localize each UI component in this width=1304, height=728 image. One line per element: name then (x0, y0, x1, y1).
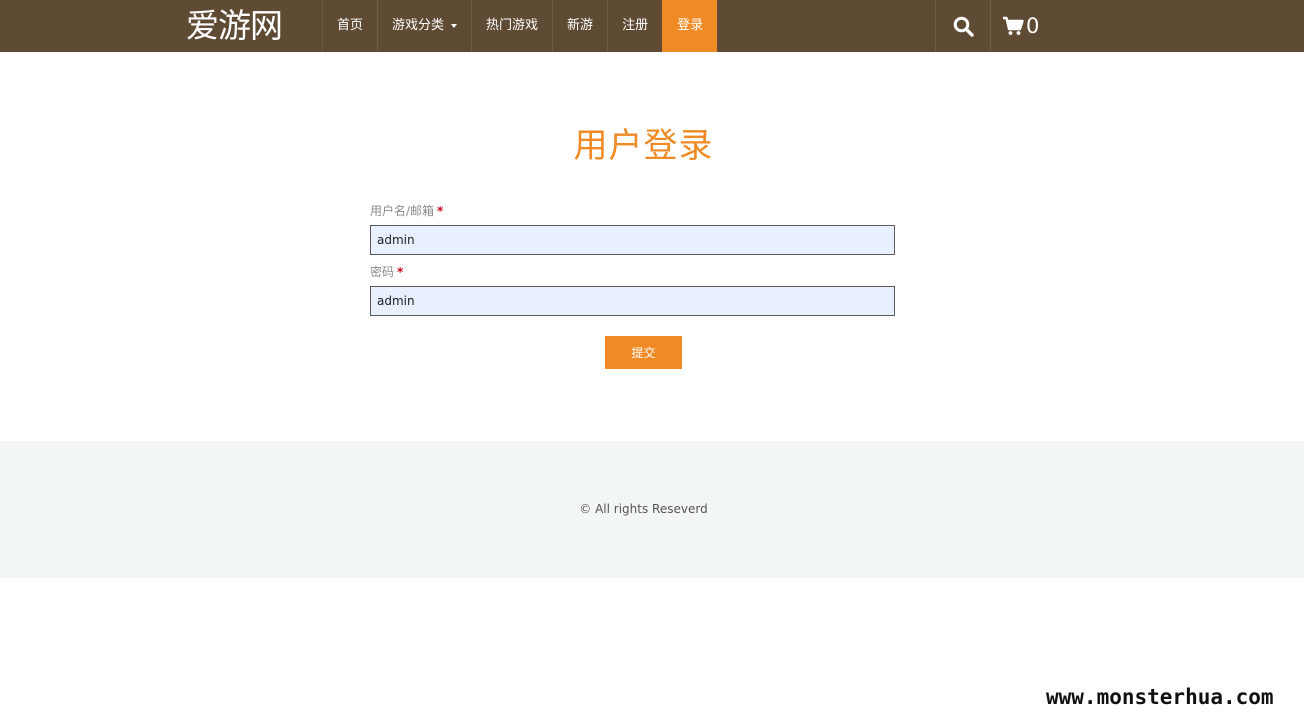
nav-item-new-games[interactable]: 新游 (552, 0, 607, 52)
top-navbar: 爱游网 首页 游戏分类 热门游戏 新游 注册 登录 0 (0, 0, 1304, 52)
nav-item-label: 注册 (622, 18, 649, 33)
submit-button[interactable]: 提交 (605, 336, 682, 369)
nav-item-label: 首页 (337, 18, 364, 33)
nav-item-login[interactable]: 登录 (662, 0, 718, 52)
cart-count: 0 (1026, 14, 1040, 38)
username-input[interactable] (370, 225, 895, 255)
required-mark: * (437, 204, 444, 218)
nav-tools: 0 (935, 0, 1039, 52)
nav-item-label: 登录 (677, 18, 704, 33)
nav-item-register[interactable]: 注册 (607, 0, 662, 52)
nav-item-label: 热门游戏 (486, 18, 539, 33)
password-input[interactable] (370, 286, 895, 316)
nav-item-home[interactable]: 首页 (322, 0, 377, 52)
required-mark: * (397, 265, 404, 279)
copyright-text: © All rights Reseverd (579, 502, 708, 516)
password-label: 密码 * (370, 263, 403, 280)
cart-icon (1003, 16, 1024, 35)
search-icon (953, 16, 974, 37)
watermark: www.monsterhua.com (1046, 685, 1274, 709)
username-label-text: 用户名/邮箱 (370, 204, 435, 218)
caret-down-icon (451, 23, 458, 28)
cart-button[interactable]: 0 (991, 0, 1039, 52)
username-label: 用户名/邮箱 * (370, 202, 443, 219)
site-logo[interactable]: 爱游网 (186, 4, 283, 48)
password-label-text: 密码 (370, 265, 395, 279)
footer: © All rights Reseverd (0, 441, 1304, 578)
nav-item-label: 游戏分类 (392, 18, 445, 33)
nav-item-hot-games[interactable]: 热门游戏 (471, 0, 552, 52)
nav-item-label: 新游 (567, 18, 594, 33)
nav-item-categories[interactable]: 游戏分类 (377, 0, 471, 52)
page-title: 用户登录 (573, 126, 714, 166)
main-nav: 首页 游戏分类 热门游戏 新游 注册 登录 (322, 0, 718, 52)
search-button[interactable] (935, 0, 991, 52)
